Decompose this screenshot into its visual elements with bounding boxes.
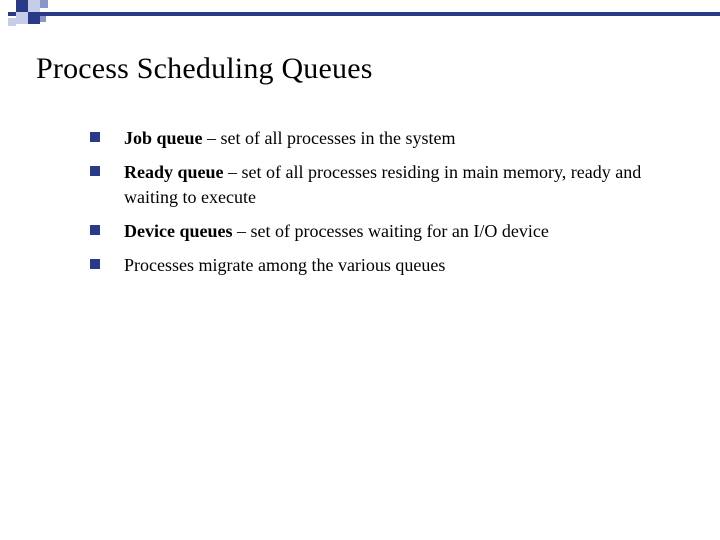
list-item: Ready queue – set of all processes resid… <box>90 160 660 209</box>
deco-square-icon <box>0 10 8 18</box>
bullet-list: Job queue – set of all processes in the … <box>90 126 660 277</box>
bullet-text: – set of all processes in the system <box>203 128 456 148</box>
bullet-term: Ready queue <box>124 162 224 182</box>
slide-body: Job queue – set of all processes in the … <box>90 126 660 287</box>
deco-square-icon <box>16 0 28 12</box>
list-item: Job queue – set of all processes in the … <box>90 126 660 150</box>
header-rule <box>0 12 720 16</box>
deco-square-icon <box>28 12 40 24</box>
bullet-text: Processes migrate among the various queu… <box>124 255 445 275</box>
bullet-term: Device queues <box>124 221 232 241</box>
deco-square-icon <box>40 0 48 8</box>
deco-square-icon <box>28 0 40 12</box>
bullet-text: – set of processes waiting for an I/O de… <box>232 221 548 241</box>
list-item: Device queues – set of processes waiting… <box>90 219 660 243</box>
slide-title: Process Scheduling Queues <box>36 52 373 86</box>
header-decoration <box>0 0 720 26</box>
deco-square-icon <box>16 12 28 24</box>
list-item: Processes migrate among the various queu… <box>90 253 660 277</box>
deco-square-icon <box>8 18 16 26</box>
deco-square-icon <box>40 16 46 22</box>
slide: Process Scheduling Queues Job queue – se… <box>0 0 720 540</box>
bullet-term: Job queue <box>124 128 203 148</box>
